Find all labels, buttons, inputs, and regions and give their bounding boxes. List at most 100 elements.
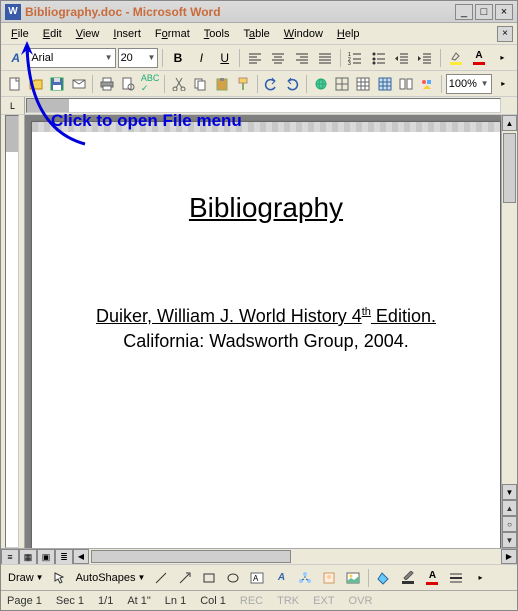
spellcheck-button[interactable]: ABC✓ — [140, 73, 161, 95]
close-button[interactable]: × — [495, 4, 513, 20]
rectangle-button[interactable] — [198, 567, 220, 589]
redo-button[interactable] — [283, 73, 302, 95]
italic-button[interactable]: I — [191, 47, 212, 69]
document-page[interactable]: Bibliography Duiker, William J. World Hi… — [31, 121, 501, 548]
line-color-button[interactable] — [397, 567, 419, 589]
insert-excel-button[interactable] — [375, 73, 394, 95]
titlebar: W Bibliography.doc - Microsoft Word _ □ … — [1, 1, 517, 23]
minimize-button[interactable]: _ — [455, 4, 473, 20]
fill-color-button[interactable] — [373, 567, 395, 589]
formatting-toolbar: A Arial▼ 20▼ B I U 123 A ▸ — [1, 45, 517, 71]
underline-button[interactable]: U — [214, 47, 235, 69]
print-button[interactable] — [97, 73, 116, 95]
scroll-down-button[interactable]: ▼ — [502, 484, 517, 500]
save-button[interactable] — [48, 73, 67, 95]
decrease-indent-button[interactable] — [391, 47, 412, 69]
scroll-v-track[interactable] — [502, 131, 517, 484]
autoshapes-menu[interactable]: AutoShapes▼ — [73, 572, 149, 584]
menu-tools[interactable]: Tools — [198, 26, 236, 42]
highlight-color-button[interactable] — [445, 47, 466, 69]
prev-page-button[interactable]: ▲ — [502, 500, 517, 516]
menu-view[interactable]: View — [70, 26, 106, 42]
menu-file[interactable]: File — [5, 26, 35, 42]
draw-menu[interactable]: Draw▼ — [5, 572, 47, 584]
oval-button[interactable] — [222, 567, 244, 589]
numbered-list-button[interactable]: 123 — [345, 47, 366, 69]
format-painter-button[interactable] — [233, 73, 252, 95]
standard-toolbar: ABC✓ 100%▼ ▸ — [1, 71, 517, 97]
zoom-combo[interactable]: 100%▼ — [446, 74, 492, 94]
menu-table[interactable]: Table — [237, 26, 275, 42]
style-button[interactable]: A — [5, 47, 26, 69]
menu-help[interactable]: Help — [331, 26, 366, 42]
page-viewport[interactable]: Bibliography Duiker, William J. World Hi… — [25, 115, 517, 548]
paste-button[interactable] — [212, 73, 231, 95]
page-top-shade — [32, 122, 500, 132]
drawing-toolbar: Draw▼ AutoShapes▼ A A A ▸ — [1, 564, 517, 590]
font-size-value: 20 — [121, 52, 133, 64]
close-document-button[interactable]: × — [497, 26, 513, 42]
toolbar-options-button-3[interactable]: ▸ — [469, 567, 491, 589]
print-layout-view-button[interactable]: ▣ — [37, 549, 55, 565]
drawing-button[interactable] — [418, 73, 437, 95]
vertical-ruler[interactable] — [5, 115, 19, 548]
scroll-up-button[interactable]: ▲ — [502, 115, 517, 131]
clipart-button[interactable] — [318, 567, 340, 589]
textbox-button[interactable]: A — [246, 567, 268, 589]
font-color-draw-button[interactable]: A — [421, 567, 443, 589]
menu-insert[interactable]: Insert — [107, 26, 147, 42]
align-justify-button[interactable] — [314, 47, 335, 69]
separator — [239, 49, 240, 67]
font-combo[interactable]: Arial▼ — [28, 48, 115, 68]
tables-borders-button[interactable] — [332, 73, 351, 95]
separator — [92, 75, 93, 93]
email-button[interactable] — [69, 73, 88, 95]
scroll-h-track[interactable] — [89, 549, 501, 564]
print-preview-button[interactable] — [119, 73, 138, 95]
browse-object-button[interactable]: ○ — [502, 516, 517, 532]
scroll-left-button[interactable]: ◀ — [73, 549, 89, 564]
menu-edit[interactable]: Edit — [37, 26, 68, 42]
web-view-button[interactable]: ▦ — [19, 549, 37, 565]
normal-view-button[interactable]: ≡ — [1, 549, 19, 565]
next-page-button[interactable]: ▼ — [502, 532, 517, 548]
bold-button[interactable]: B — [167, 47, 188, 69]
diagram-button[interactable] — [294, 567, 316, 589]
columns-button[interactable] — [396, 73, 415, 95]
line-color-swatch — [402, 581, 414, 584]
insert-table-button[interactable] — [354, 73, 373, 95]
increase-indent-button[interactable] — [415, 47, 436, 69]
cut-button[interactable] — [169, 73, 188, 95]
scroll-h-thumb[interactable] — [91, 550, 291, 563]
line-style-button[interactable] — [445, 567, 467, 589]
insert-hyperlink-button[interactable] — [311, 73, 330, 95]
font-color-button[interactable]: A — [468, 47, 489, 69]
toolbar-options-button-2[interactable]: ▸ — [494, 73, 513, 95]
align-left-button[interactable] — [244, 47, 265, 69]
select-objects-button[interactable] — [49, 567, 71, 589]
font-color-swatch-2 — [426, 582, 438, 585]
toolbar-options-button[interactable]: ▸ — [492, 47, 513, 69]
bullet-list-button[interactable] — [368, 47, 389, 69]
document-area: Bibliography Duiker, William J. World Hi… — [1, 115, 517, 548]
insert-picture-button[interactable] — [342, 567, 364, 589]
scroll-v-thumb[interactable] — [503, 133, 516, 203]
align-right-button[interactable] — [291, 47, 312, 69]
align-center-button[interactable] — [268, 47, 289, 69]
new-doc-button[interactable] — [5, 73, 24, 95]
arrow-button[interactable] — [174, 567, 196, 589]
open-button[interactable] — [26, 73, 45, 95]
line-button[interactable] — [150, 567, 172, 589]
horizontal-ruler[interactable] — [26, 98, 501, 113]
vertical-scrollbar[interactable]: ▲ ▼ ▲ ○ ▼ — [501, 115, 517, 548]
menu-window[interactable]: Window — [278, 26, 329, 42]
horizontal-scrollbar[interactable]: ◀ ▶ — [73, 549, 517, 564]
scroll-right-button[interactable]: ▶ — [501, 549, 517, 564]
menu-format[interactable]: Format — [149, 26, 196, 42]
wordart-button[interactable]: A — [270, 567, 292, 589]
undo-button[interactable] — [261, 73, 280, 95]
outline-view-button[interactable]: ≣ — [55, 549, 73, 565]
copy-button[interactable] — [191, 73, 210, 95]
maximize-button[interactable]: □ — [475, 4, 493, 20]
font-size-combo[interactable]: 20▼ — [118, 48, 159, 68]
